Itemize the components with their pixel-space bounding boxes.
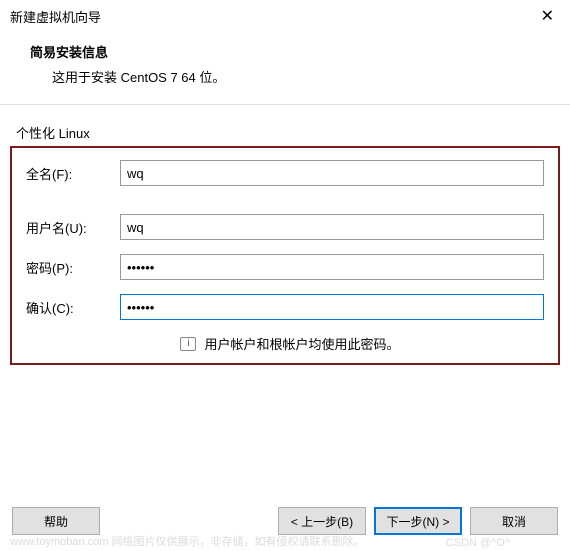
- username-field[interactable]: [120, 214, 544, 240]
- page-title: 简易安装信息: [30, 42, 550, 61]
- window-title: 新建虚拟机向导: [10, 7, 101, 26]
- help-button[interactable]: 帮助: [12, 507, 100, 535]
- username-label: 用户名(U):: [26, 218, 120, 237]
- personalize-group: 全名(F): 用户名(U): 密码(P): 确认(C): i 用户帐户和根帐户均…: [10, 146, 560, 365]
- password-field[interactable]: [120, 254, 544, 280]
- next-button[interactable]: 下一步(N) >: [374, 507, 462, 535]
- fullname-label: 全名(F):: [26, 164, 120, 183]
- watermark-left: www.toymoban.com 网络图片仅供展示，非存储，如有侵权请联系删除。: [10, 533, 560, 549]
- back-button[interactable]: < 上一步(B): [278, 507, 366, 535]
- group-label: 个性化 Linux: [16, 123, 560, 142]
- page-subtitle: 这用于安装 CentOS 7 64 位。: [30, 67, 550, 86]
- confirm-label: 确认(C):: [26, 298, 120, 317]
- password-note: 用户帐户和根帐户均使用此密码。: [204, 334, 399, 353]
- confirm-field[interactable]: [120, 294, 544, 320]
- close-icon[interactable]: ✕: [535, 6, 560, 26]
- fullname-field[interactable]: [120, 160, 544, 186]
- watermark-right: CSDN @^O^: [446, 537, 510, 549]
- info-icon: i: [180, 337, 196, 351]
- cancel-button[interactable]: 取消: [470, 507, 558, 535]
- footer: 帮助 < 上一步(B) 下一步(N) > 取消: [0, 507, 570, 535]
- password-label: 密码(P):: [26, 258, 120, 277]
